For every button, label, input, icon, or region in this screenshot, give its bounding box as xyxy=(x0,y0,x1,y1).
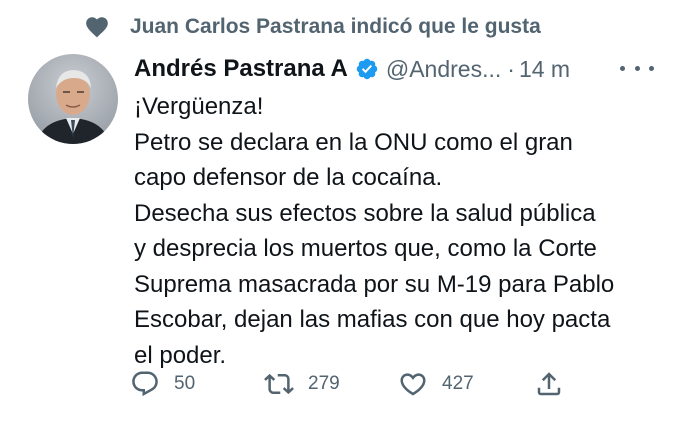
like-icon xyxy=(400,373,426,396)
avatar[interactable] xyxy=(28,54,118,144)
tweet-text-line: Desecha sus efectos sobre la salud públi… xyxy=(134,199,596,227)
author-handle[interactable]: @Andres... xyxy=(386,56,501,83)
avatar-image xyxy=(28,54,118,144)
tweet-text-line: Petro se declara en la ONU como el gran xyxy=(134,128,573,156)
separator-dot: · xyxy=(507,55,515,82)
author-name[interactable]: Andrés Pastrana A xyxy=(134,55,348,83)
tweet-card[interactable]: Juan Carlos Pastrana indicó que le gusta… xyxy=(0,0,680,426)
share-button[interactable] xyxy=(534,364,564,404)
reply-button[interactable]: 50 xyxy=(130,364,195,404)
like-count: 427 xyxy=(442,373,474,394)
tweet-text: ¡Vergüenza! Petro se declara en la ONU c… xyxy=(134,89,674,373)
tweet-text-line: Suprema masacrada por su M-19 para Pablo xyxy=(134,270,615,298)
reply-count: 50 xyxy=(174,373,196,394)
retweet-count: 279 xyxy=(308,373,340,394)
heart-icon xyxy=(86,17,108,38)
share-icon xyxy=(537,372,561,396)
retweet-button[interactable]: 279 xyxy=(264,364,340,404)
like-button[interactable]: 427 xyxy=(398,364,474,404)
action-bar: 50 279 427 xyxy=(130,364,570,404)
more-options-icon[interactable] xyxy=(620,58,654,78)
retweet-icon xyxy=(264,373,294,395)
tweet-text-line: ¡Vergüenza! xyxy=(134,93,264,120)
social-context-label[interactable]: Juan Carlos Pastrana indicó que le gusta xyxy=(130,15,541,39)
verified-badge-icon xyxy=(356,58,378,80)
tweet-text-line: y desprecia los muertos que, como la Cor… xyxy=(134,235,597,262)
tweet-text-line: capo defensor de la cocaína. xyxy=(134,164,443,191)
tweet-timestamp[interactable]: 14 m xyxy=(519,56,570,83)
reply-icon xyxy=(132,371,158,397)
tweet-text-line: Escobar, dejan las mafias con que hoy pa… xyxy=(134,306,611,333)
tweet-header: Andrés Pastrana A @Andres... · 14 m xyxy=(134,52,570,86)
